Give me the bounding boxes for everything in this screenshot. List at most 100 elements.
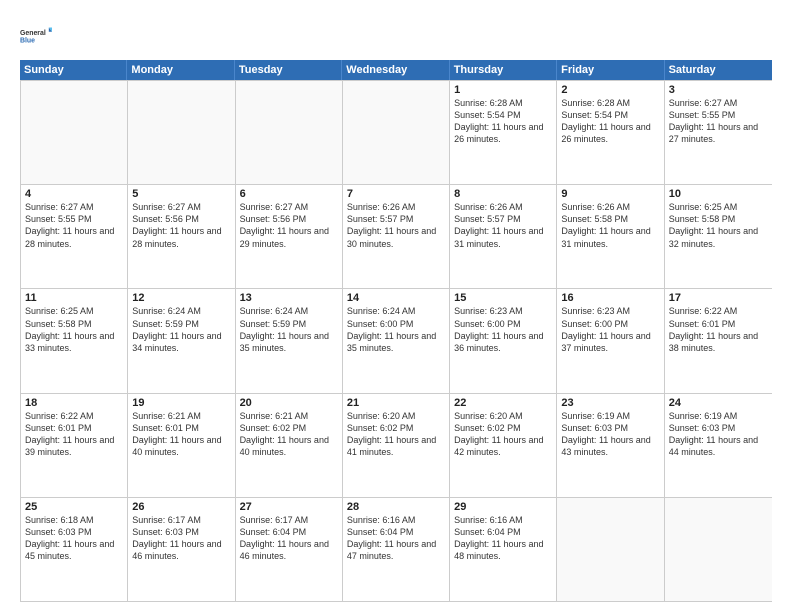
day-number: 9 <box>561 188 659 200</box>
day-info: Sunrise: 6:25 AM Sunset: 5:58 PM Dayligh… <box>25 305 123 354</box>
day-cell-29: 29Sunrise: 6:16 AM Sunset: 6:04 PM Dayli… <box>450 498 557 601</box>
day-cell-4: 4Sunrise: 6:27 AM Sunset: 5:55 PM Daylig… <box>21 185 128 288</box>
day-info: Sunrise: 6:21 AM Sunset: 6:01 PM Dayligh… <box>132 410 230 459</box>
day-cell-18: 18Sunrise: 6:22 AM Sunset: 6:01 PM Dayli… <box>21 394 128 497</box>
day-number: 19 <box>132 397 230 409</box>
day-number: 29 <box>454 501 552 513</box>
empty-cell-0-1 <box>128 81 235 184</box>
svg-text:Blue: Blue <box>20 37 35 44</box>
header-day-monday: Monday <box>127 60 234 80</box>
day-number: 26 <box>132 501 230 513</box>
day-info: Sunrise: 6:27 AM Sunset: 5:55 PM Dayligh… <box>669 97 768 146</box>
day-cell-22: 22Sunrise: 6:20 AM Sunset: 6:02 PM Dayli… <box>450 394 557 497</box>
calendar-body: 1 Sunrise: 6:28 AM Sunset: 5:54 PM Daylig… <box>20 80 772 602</box>
svg-text:General: General <box>20 30 46 37</box>
day-info: Sunrise: 6:21 AM Sunset: 6:02 PM Dayligh… <box>240 410 338 459</box>
day-info: Sunrise: 6:20 AM Sunset: 6:02 PM Dayligh… <box>454 410 552 459</box>
header-day-tuesday: Tuesday <box>235 60 342 80</box>
day-cell-1: 1Sunrise: 6:28 AM Sunset: 5:54 PM Daylig… <box>450 81 557 184</box>
day-cell-9: 9Sunrise: 6:26 AM Sunset: 5:58 PM Daylig… <box>557 185 664 288</box>
day-number: 2 <box>561 84 659 96</box>
day-cell-10: 10Sunrise: 6:25 AM Sunset: 5:58 PM Dayli… <box>665 185 772 288</box>
empty-cell-0-2 <box>236 81 343 184</box>
day-number: 3 <box>669 84 768 96</box>
day-cell-15: 15Sunrise: 6:23 AM Sunset: 6:00 PM Dayli… <box>450 289 557 392</box>
day-number: 17 <box>669 292 768 304</box>
week-row-2: 4Sunrise: 6:27 AM Sunset: 5:55 PM Daylig… <box>21 184 772 288</box>
day-number: 27 <box>240 501 338 513</box>
day-number: 5 <box>132 188 230 200</box>
day-number: 24 <box>669 397 768 409</box>
day-info: Sunrise: 6:18 AM Sunset: 6:03 PM Dayligh… <box>25 514 123 563</box>
day-info: Sunrise: 6:27 AM Sunset: 5:55 PM Dayligh… <box>25 201 123 250</box>
day-number: 14 <box>347 292 445 304</box>
day-cell-20: 20Sunrise: 6:21 AM Sunset: 6:02 PM Dayli… <box>236 394 343 497</box>
day-info: Sunrise: 6:17 AM Sunset: 6:04 PM Dayligh… <box>240 514 338 563</box>
logo: General Blue <box>20 20 90 52</box>
day-number: 12 <box>132 292 230 304</box>
day-info: Sunrise: 6:17 AM Sunset: 6:03 PM Dayligh… <box>132 514 230 563</box>
day-cell-21: 21Sunrise: 6:20 AM Sunset: 6:02 PM Dayli… <box>343 394 450 497</box>
day-number: 10 <box>669 188 768 200</box>
day-cell-16: 16Sunrise: 6:23 AM Sunset: 6:00 PM Dayli… <box>557 289 664 392</box>
day-info: Sunrise: 6:26 AM Sunset: 5:58 PM Dayligh… <box>561 201 659 250</box>
day-info: Sunrise: 6:20 AM Sunset: 6:02 PM Dayligh… <box>347 410 445 459</box>
day-number: 6 <box>240 188 338 200</box>
day-info: Sunrise: 6:22 AM Sunset: 6:01 PM Dayligh… <box>25 410 123 459</box>
day-info: Sunrise: 6:16 AM Sunset: 6:04 PM Dayligh… <box>347 514 445 563</box>
day-cell-28: 28Sunrise: 6:16 AM Sunset: 6:04 PM Dayli… <box>343 498 450 601</box>
day-info: Sunrise: 6:26 AM Sunset: 5:57 PM Dayligh… <box>454 201 552 250</box>
empty-cell-0-3 <box>343 81 450 184</box>
day-number: 1 <box>454 84 552 96</box>
day-info: Sunrise: 6:23 AM Sunset: 6:00 PM Dayligh… <box>561 305 659 354</box>
week-row-4: 18Sunrise: 6:22 AM Sunset: 6:01 PM Dayli… <box>21 393 772 497</box>
header-day-saturday: Saturday <box>665 60 772 80</box>
empty-cell-4-6 <box>665 498 772 601</box>
day-cell-25: 25Sunrise: 6:18 AM Sunset: 6:03 PM Dayli… <box>21 498 128 601</box>
day-number: 22 <box>454 397 552 409</box>
day-number: 7 <box>347 188 445 200</box>
day-number: 20 <box>240 397 338 409</box>
day-info: Sunrise: 6:25 AM Sunset: 5:58 PM Dayligh… <box>669 201 768 250</box>
day-info: Sunrise: 6:24 AM Sunset: 5:59 PM Dayligh… <box>132 305 230 354</box>
week-row-5: 25Sunrise: 6:18 AM Sunset: 6:03 PM Dayli… <box>21 497 772 601</box>
page: General Blue SundayMondayTuesdayWednesda… <box>0 0 792 612</box>
empty-cell-4-5 <box>557 498 664 601</box>
day-cell-26: 26Sunrise: 6:17 AM Sunset: 6:03 PM Dayli… <box>128 498 235 601</box>
calendar: SundayMondayTuesdayWednesdayThursdayFrid… <box>20 60 772 602</box>
logo-svg: General Blue <box>20 20 52 52</box>
day-number: 15 <box>454 292 552 304</box>
day-cell-6: 6Sunrise: 6:27 AM Sunset: 5:56 PM Daylig… <box>236 185 343 288</box>
week-row-1: 1 Sunrise: 6:28 AM Sunset: 5:54 PM Daylig… <box>21 80 772 184</box>
day-cell-27: 27Sunrise: 6:17 AM Sunset: 6:04 PM Dayli… <box>236 498 343 601</box>
calendar-header: SundayMondayTuesdayWednesdayThursdayFrid… <box>20 60 772 80</box>
day-number: 18 <box>25 397 123 409</box>
day-info: Sunrise: 6:19 AM Sunset: 6:03 PM Dayligh… <box>561 410 659 459</box>
header-day-thursday: Thursday <box>450 60 557 80</box>
day-info: Sunrise: 6:24 AM Sunset: 6:00 PM Dayligh… <box>347 305 445 354</box>
day-cell-7: 7Sunrise: 6:26 AM Sunset: 5:57 PM Daylig… <box>343 185 450 288</box>
day-cell-5: 5Sunrise: 6:27 AM Sunset: 5:56 PM Daylig… <box>128 185 235 288</box>
day-number: 23 <box>561 397 659 409</box>
day-info: Sunrise: 6:27 AM Sunset: 5:56 PM Dayligh… <box>132 201 230 250</box>
day-info: Sunrise: 6:27 AM Sunset: 5:56 PM Dayligh… <box>240 201 338 250</box>
day-number: 21 <box>347 397 445 409</box>
day-cell-23: 23Sunrise: 6:19 AM Sunset: 6:03 PM Dayli… <box>557 394 664 497</box>
header: General Blue <box>20 16 772 52</box>
week-row-3: 11Sunrise: 6:25 AM Sunset: 5:58 PM Dayli… <box>21 288 772 392</box>
day-cell-19: 19Sunrise: 6:21 AM Sunset: 6:01 PM Dayli… <box>128 394 235 497</box>
day-cell-8: 8Sunrise: 6:26 AM Sunset: 5:57 PM Daylig… <box>450 185 557 288</box>
day-info: Sunrise: 6:28 AM Sunset: 5:54 PM Dayligh… <box>561 97 659 146</box>
header-day-wednesday: Wednesday <box>342 60 449 80</box>
day-cell-14: 14Sunrise: 6:24 AM Sunset: 6:00 PM Dayli… <box>343 289 450 392</box>
day-cell-24: 24Sunrise: 6:19 AM Sunset: 6:03 PM Dayli… <box>665 394 772 497</box>
day-cell-3: 3Sunrise: 6:27 AM Sunset: 5:55 PM Daylig… <box>665 81 772 184</box>
day-info: Sunrise: 6:23 AM Sunset: 6:00 PM Dayligh… <box>454 305 552 354</box>
day-cell-11: 11Sunrise: 6:25 AM Sunset: 5:58 PM Dayli… <box>21 289 128 392</box>
day-info: Sunrise: 6:22 AM Sunset: 6:01 PM Dayligh… <box>669 305 768 354</box>
day-number: 13 <box>240 292 338 304</box>
day-number: 25 <box>25 501 123 513</box>
day-number: 16 <box>561 292 659 304</box>
day-number: 8 <box>454 188 552 200</box>
header-day-friday: Friday <box>557 60 664 80</box>
